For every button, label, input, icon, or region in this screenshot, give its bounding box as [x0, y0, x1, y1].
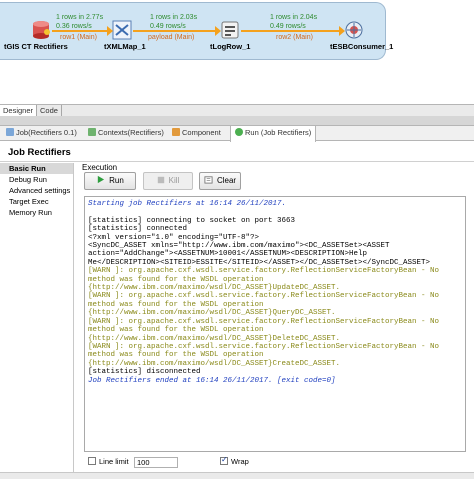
- console-line: [WARN ]: org.apache.cxf.wsdl.service.fac…: [88, 292, 440, 301]
- esb-consumer-icon: [345, 21, 363, 39]
- flow-rows: 1 rows in 2.77s: [56, 14, 104, 21]
- view-tabs: Job(Rectifiers 0.1) Contexts(Rectifiers)…: [0, 126, 474, 142]
- component-label: tESBConsumer_1: [330, 42, 394, 51]
- clear-button[interactable]: Clear: [199, 172, 241, 190]
- console-line: [WARN ]: org.apache.cxf.wsdl.service.fac…: [88, 342, 440, 351]
- designer-canvas[interactable]: tGIS CT Rectifiers tXMLMap_1 tLogRow_1 t…: [0, 0, 474, 98]
- tab-contexts[interactable]: Contexts(Rectifiers): [88, 126, 164, 141]
- run-button[interactable]: Run: [84, 172, 136, 190]
- console-line: method was found for the WSDL operation: [88, 300, 264, 309]
- console-line: Starting job Rectifiers at 16:14 26/11/2…: [88, 200, 287, 208]
- job-icon: [6, 128, 14, 136]
- wrap-toggle[interactable]: Wrap: [220, 455, 249, 466]
- console-line: {http://www.ibm.com/maximo/wsdl/DC_ASSET…: [88, 284, 341, 293]
- component-gis-rectifiers[interactable]: [31, 20, 51, 40]
- play-icon: [96, 174, 105, 190]
- nav-target-exec[interactable]: Target Exec: [0, 196, 73, 207]
- console-line: {http://www.ibm.com/maximo/wsdl/DC_ASSET…: [88, 359, 341, 368]
- clear-icon: [204, 174, 213, 190]
- wrap-checkbox[interactable]: [220, 455, 228, 465]
- console-output[interactable]: Starting job Rectifiers at 16:14 26/11/2…: [84, 196, 466, 452]
- xml-map-icon: [112, 20, 132, 40]
- console-line: [statistics] connecting to socket on por…: [88, 216, 296, 225]
- console-line: method was found for the WSDL operation: [88, 275, 264, 284]
- line-limit-checkbox[interactable]: [88, 457, 96, 465]
- nav-memory-run[interactable]: Memory Run: [0, 207, 73, 218]
- execution-label: Execution: [82, 163, 118, 172]
- editor-tabs: Designer Code: [0, 104, 474, 117]
- line-limit-label: Line limit: [99, 457, 129, 466]
- component-txmlmap[interactable]: [112, 20, 132, 40]
- wrap-label: Wrap: [231, 457, 249, 466]
- tab-label: Run (Job Rectifiers): [245, 128, 312, 137]
- kill-button[interactable]: Kill: [143, 172, 193, 190]
- nav-debug-run[interactable]: Debug Run: [0, 174, 73, 185]
- component-label: tLogRow_1: [210, 42, 251, 51]
- flow-rate: 0.49 rows/s: [270, 23, 306, 30]
- console-line: {http://www.ibm.com/maximo/wsdl/DC_ASSET…: [88, 309, 336, 318]
- contexts-icon: [88, 128, 96, 136]
- console-line: [WARN ]: org.apache.cxf.wsdl.service.fac…: [88, 267, 440, 276]
- console-line: method was found for the WSDL operation: [88, 326, 264, 335]
- flow-name[interactable]: row1 (Main): [60, 34, 97, 41]
- status-bar: [0, 472, 474, 479]
- line-limit-toggle[interactable]: Line limit: [88, 457, 129, 466]
- flow-name[interactable]: row2 (Main): [276, 34, 313, 41]
- component-label: tXMLMap_1: [104, 42, 146, 51]
- flow-rate: 0.49 rows/s: [150, 23, 186, 30]
- tab-job[interactable]: Job(Rectifiers 0.1): [6, 126, 77, 141]
- console-line: <?xml version="1.0" encoding="UTF-8"?>: [88, 233, 260, 242]
- console-line: method was found for the WSDL operation: [88, 351, 264, 360]
- run-icon: [235, 128, 243, 136]
- component-label: tGIS CT Rectifiers: [4, 42, 68, 51]
- page-title: Job Rectifiers: [0, 142, 474, 162]
- tab-label: Contexts(Rectifiers): [98, 128, 164, 137]
- run-mode-nav: Basic Run Debug Run Advanced settings Ta…: [0, 163, 74, 479]
- button-label: Clear: [216, 176, 237, 185]
- tab-run[interactable]: Run (Job Rectifiers): [230, 126, 317, 142]
- flow-rows: 1 rows in 2.04s: [270, 14, 318, 21]
- tab-label: Component: [182, 128, 221, 137]
- flow-connector[interactable]: [241, 26, 345, 36]
- flow-name[interactable]: payload (Main): [148, 34, 194, 41]
- tab-component[interactable]: Component: [172, 126, 221, 141]
- console-line: [statistics] disconnected: [88, 368, 201, 377]
- database-icon: [33, 21, 50, 39]
- panel-separator: [0, 116, 474, 126]
- console-line: action="AddChange"><ASSETNUM>10001</ASSE…: [88, 250, 368, 259]
- console-line: <SyncDC_ASSET xmlns="http://www.ibm.com/…: [88, 242, 390, 251]
- component-tesbconsumer[interactable]: [344, 20, 364, 40]
- flow-rate: 0.36 rows/s: [56, 23, 92, 30]
- button-label: Run: [109, 176, 124, 185]
- button-label: Kill: [168, 176, 180, 185]
- flow-rows: 1 rows in 2.03s: [150, 14, 198, 21]
- console-line: {http://www.ibm.com/maximo/wsdl/DC_ASSET…: [88, 334, 341, 343]
- component-icon: [172, 128, 180, 136]
- console-line: [statistics] connected: [88, 225, 188, 234]
- component-tlogrow[interactable]: [220, 20, 240, 40]
- nav-advanced-settings[interactable]: Advanced settings: [0, 185, 73, 196]
- console-line: [WARN ]: org.apache.cxf.wsdl.service.fac…: [88, 317, 440, 326]
- tab-label: Job(Rectifiers 0.1): [16, 128, 77, 137]
- console-line: Job Rectifiers ended at 16:14 26/11/2017…: [88, 376, 336, 385]
- line-limit-input[interactable]: [134, 457, 178, 468]
- nav-basic-run[interactable]: Basic Run: [0, 163, 73, 174]
- flow-connector[interactable]: [133, 26, 221, 36]
- flow-connector[interactable]: [52, 26, 113, 36]
- log-row-icon: [221, 21, 239, 39]
- stop-icon: [157, 174, 165, 190]
- console-line: Me</DESCRIPTION><SITEID>ESSITE</SITEID><…: [88, 258, 431, 267]
